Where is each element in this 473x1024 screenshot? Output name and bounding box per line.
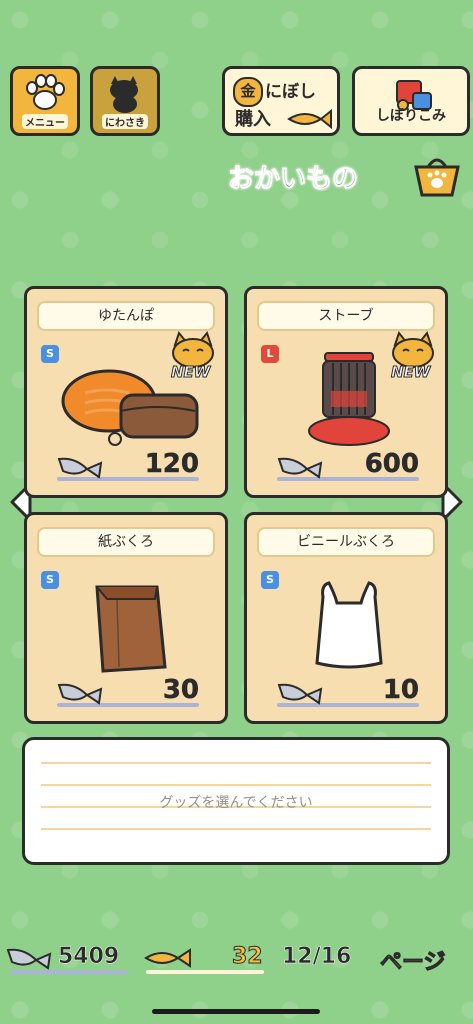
item-name: 紙ぶくろ [37, 527, 215, 557]
ruled-line [41, 762, 431, 764]
plastic-bag-icon [315, 581, 383, 669]
garden-label: にわさき [102, 114, 148, 129]
price-row: 120 [57, 449, 199, 483]
page-label: ページ [380, 950, 447, 976]
page-title: おかいもの [227, 164, 359, 195]
new-label: NEW [170, 363, 211, 382]
gold-kin-badge: 金 [233, 77, 263, 107]
buy-gold-niboshi-button[interactable]: 金 にぼし 購入 [222, 66, 340, 136]
silver-underline [10, 970, 128, 974]
ruled-line [41, 784, 431, 786]
silver-fish-count: 5409 [58, 944, 120, 970]
new-label: NEW [390, 363, 431, 382]
silver-fish-icon [277, 457, 323, 479]
price-value: 10 [382, 675, 420, 706]
description-panel: グッズを選んでください [22, 737, 450, 865]
page-counter: 12/16 [282, 944, 352, 970]
new-badge: NEW [165, 329, 221, 385]
item-card-stove[interactable]: ストーブ L NEW 600 [244, 286, 448, 498]
filter-label: しぼりこみ [376, 108, 446, 124]
price-value: 30 [162, 675, 200, 706]
garden-button[interactable]: にわさき [90, 66, 160, 136]
description-hint: グッズを選んでください [159, 795, 313, 811]
item-card-plastic-bag[interactable]: ビニールぶくろ S 10 [244, 512, 448, 724]
item-card-paper-bag[interactable]: 紙ぶくろ S 30 [24, 512, 228, 724]
price-row: 600 [277, 449, 419, 483]
price-value: 120 [144, 449, 199, 480]
paw-icon [26, 74, 65, 110]
price-row: 10 [277, 675, 419, 709]
silver-fish-icon [57, 683, 103, 705]
gold-fish-count: 32 [232, 944, 264, 970]
filter-button[interactable]: しぼりこみ [352, 66, 470, 136]
shopping-basket-icon [414, 158, 460, 197]
silver-fish-icon [57, 457, 103, 479]
niboshi-label-top: にぼし [265, 82, 316, 102]
paper-bag-icon [95, 585, 167, 673]
niboshi-label-bottom: 購入 [235, 109, 271, 130]
price-value: 600 [364, 449, 419, 480]
new-badge: NEW [385, 329, 441, 385]
price-row: 30 [57, 675, 199, 709]
item-name: ビニールぶくろ [257, 527, 435, 557]
currency-status-bar: 5409 32 12/16 ページ [0, 936, 473, 980]
silver-fish-icon [277, 683, 323, 705]
item-name: ゆたんぽ [37, 301, 215, 331]
menu-button[interactable]: メニュー [10, 66, 80, 136]
gold-fish-icon [144, 948, 191, 968]
ruled-line [41, 828, 431, 830]
gold-underline [146, 970, 264, 974]
menu-label: メニュー [22, 114, 68, 129]
item-name: ストーブ [257, 301, 435, 331]
cat-silhouette-icon [110, 76, 138, 113]
item-card-yutanpo[interactable]: ゆたんぽ S NEW 120 [24, 286, 228, 498]
silver-fish-icon [6, 948, 52, 970]
home-indicator[interactable] [152, 1009, 320, 1014]
gold-fish-icon [287, 108, 332, 130]
